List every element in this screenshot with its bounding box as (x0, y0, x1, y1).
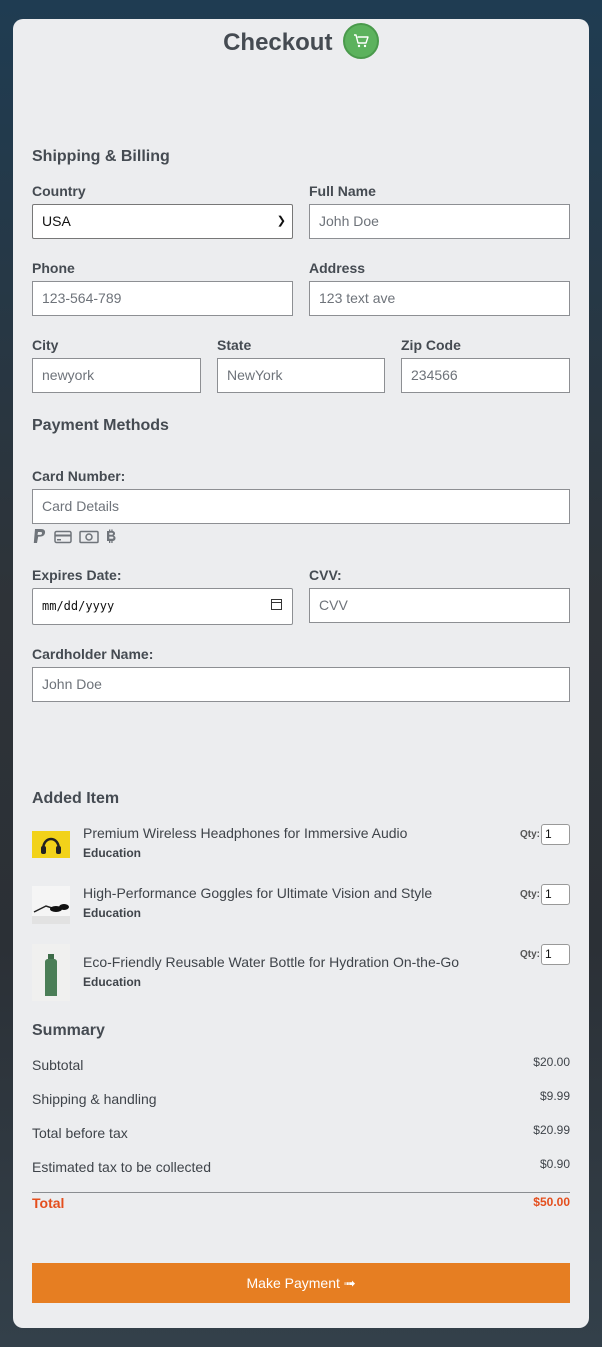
expires-placeholder: mm/dd/yyyy (42, 599, 115, 613)
tax-label: Estimated tax to be collected (32, 1159, 211, 1175)
expires-label: Expires Date: (32, 567, 122, 583)
headphones-thumbnail (32, 831, 70, 858)
money-bill-icon[interactable] (79, 530, 99, 549)
summary-title: Summary (32, 1022, 105, 1039)
payment-section-title: Payment Methods (32, 417, 169, 434)
city-input[interactable]: newyork (32, 358, 201, 393)
shopping-cart-icon (342, 23, 379, 59)
tax-row: Estimated tax to be collected $0.90 (32, 1157, 570, 1175)
country-value: USA (42, 213, 71, 229)
credit-card-icon[interactable] (54, 530, 73, 549)
total-label: Total (32, 1195, 65, 1211)
country-label: Country (32, 183, 86, 199)
summary-divider (32, 1192, 570, 1193)
goggles-thumbnail (32, 886, 70, 924)
full-name-label: Full Name (309, 183, 376, 199)
item-category: Education (83, 975, 142, 989)
subtotal-label: Subtotal (32, 1057, 84, 1073)
qty-label: Qty: (520, 829, 540, 840)
water-bottle-thumbnail (32, 944, 70, 1001)
address-label: Address (309, 260, 366, 276)
address-input[interactable]: 123 text ave (309, 281, 570, 316)
subtotal-value: $20.00 (533, 1055, 570, 1069)
country-select[interactable]: USA ❯ (32, 204, 293, 239)
page-title: Checkout (223, 29, 333, 56)
make-payment-button[interactable]: Make Payment ➟ (32, 1263, 570, 1303)
quantity-input[interactable]: 1 (541, 884, 570, 905)
checkout-header: Checkout (0, 23, 602, 65)
bitcoin-icon[interactable] (105, 529, 117, 550)
item-title: Premium Wireless Headphones for Immersiv… (83, 825, 408, 841)
shipping-row: Shipping & handling $9.99 (32, 1089, 570, 1107)
state-input[interactable]: NewYork (217, 358, 385, 393)
shipping-section-title: Shipping & Billing (32, 148, 170, 165)
phone-input[interactable]: 123-564-789 (32, 281, 293, 316)
chevron-down-icon: ❯ (276, 215, 286, 227)
item-category: Education (83, 846, 142, 860)
state-label: State (217, 337, 252, 353)
shipping-label: Shipping & handling (32, 1091, 157, 1107)
qty-label: Qty: (520, 949, 540, 960)
card-number-input[interactable]: Card Details (32, 489, 570, 524)
cvv-label: CVV: (309, 567, 342, 583)
payment-icons (32, 528, 119, 546)
item-title: High-Performance Goggles for Ultimate Vi… (83, 885, 433, 901)
added-items-title: Added Item (32, 790, 120, 807)
phone-label: Phone (32, 260, 75, 276)
calendar-icon[interactable] (271, 599, 282, 610)
card-number-label: Card Number: (32, 468, 126, 484)
item-category: Education (83, 906, 142, 920)
item-title: Eco-Friendly Reusable Water Bottle for H… (83, 954, 460, 970)
paypal-icon[interactable] (32, 528, 48, 551)
zip-input[interactable]: 234566 (401, 358, 570, 393)
subtotal-row: Subtotal $20.00 (32, 1055, 570, 1073)
expires-date-input[interactable]: mm/dd/yyyy (32, 588, 293, 625)
shipping-value: $9.99 (539, 1089, 570, 1103)
zip-label: Zip Code (401, 337, 461, 353)
cardholder-label: Cardholder Name: (32, 646, 154, 662)
city-label: City (32, 337, 59, 353)
quantity-input[interactable]: 1 (541, 824, 570, 845)
tax-value: $0.90 (539, 1157, 570, 1171)
qty-label: Qty: (520, 889, 540, 900)
before-tax-label: Total before tax (32, 1125, 128, 1141)
total-value: $50.00 (533, 1195, 570, 1209)
quantity-input[interactable]: 1 (541, 944, 570, 965)
before-tax-value: $20.99 (533, 1123, 570, 1137)
cardholder-input[interactable]: John Doe (32, 667, 570, 702)
cvv-input[interactable]: CVV (309, 588, 570, 623)
before-tax-row: Total before tax $20.99 (32, 1123, 570, 1141)
total-row: Total $50.00 (32, 1195, 570, 1211)
full-name-input[interactable]: Johh Doe (309, 204, 570, 239)
